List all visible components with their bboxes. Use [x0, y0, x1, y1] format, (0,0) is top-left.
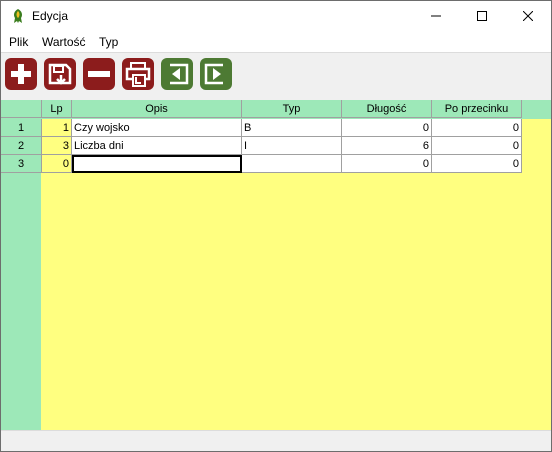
- minus-icon: [88, 71, 110, 77]
- close-button[interactable]: [505, 1, 551, 32]
- row-header[interactable]: 3: [1, 155, 42, 173]
- menu-plik[interactable]: Plik: [9, 35, 28, 49]
- cell-typ[interactable]: I: [242, 137, 342, 155]
- cell-dlugosc[interactable]: 0: [342, 155, 432, 173]
- maximize-icon: [477, 11, 487, 21]
- print-button[interactable]: [122, 58, 154, 90]
- add-button[interactable]: [5, 58, 37, 90]
- corner-cell[interactable]: [1, 100, 42, 118]
- cell-dlugosc[interactable]: 6: [342, 137, 432, 155]
- data-grid[interactable]: Lp Opis Typ Długość Po przecinku 1 1 Czy…: [1, 100, 551, 430]
- back-button[interactable]: [161, 58, 193, 90]
- cell-typ[interactable]: B: [242, 119, 342, 137]
- cell-po-przecinku[interactable]: 0: [432, 119, 522, 137]
- row-header[interactable]: 1: [1, 119, 42, 137]
- delete-button[interactable]: [83, 58, 115, 90]
- save-icon: [48, 63, 72, 85]
- cell-opis-selected[interactable]: [72, 155, 242, 173]
- cell-opis[interactable]: Czy wojsko: [72, 119, 242, 137]
- menu-bar: Plik Wartość Typ: [1, 32, 551, 52]
- column-header-typ[interactable]: Typ: [242, 100, 342, 118]
- menu-typ[interactable]: Typ: [99, 35, 118, 49]
- cell-lp[interactable]: 0: [42, 155, 72, 173]
- row-header[interactable]: 2: [1, 137, 42, 155]
- minimize-icon: [431, 15, 441, 17]
- cell-po-przecinku[interactable]: 0: [432, 155, 522, 173]
- column-header-dlugosc[interactable]: Długość: [342, 100, 432, 118]
- close-icon: [523, 11, 533, 21]
- toolbar: [1, 52, 551, 101]
- cell-dlugosc[interactable]: 0: [342, 119, 432, 137]
- status-bar: [1, 430, 551, 451]
- title-bar[interactable]: Edycja: [1, 1, 551, 32]
- menu-wartosc[interactable]: Wartość: [42, 35, 86, 49]
- app-icon: [14, 9, 22, 23]
- minimize-button[interactable]: [413, 1, 459, 32]
- maximize-button[interactable]: [459, 1, 505, 32]
- column-header-opis[interactable]: Opis: [72, 100, 242, 118]
- window-title: Edycja: [32, 9, 69, 23]
- cell-opis[interactable]: Liczba dni: [72, 137, 242, 155]
- arrow-right-icon: [204, 63, 223, 85]
- cell-lp[interactable]: 3: [42, 137, 72, 155]
- edycja-window: Edycja Plik Wartość Typ Lp Opis Typ Dług…: [0, 0, 552, 452]
- cell-typ[interactable]: [242, 155, 342, 173]
- cell-lp[interactable]: 1: [42, 119, 72, 137]
- arrow-left-icon: [170, 63, 189, 85]
- column-header-lp[interactable]: Lp: [42, 100, 72, 118]
- plus-icon: [11, 64, 31, 84]
- print-icon: [125, 62, 151, 87]
- cell-po-przecinku[interactable]: 0: [432, 137, 522, 155]
- column-header-po-przecinku[interactable]: Po przecinku: [432, 100, 522, 118]
- save-button[interactable]: [44, 58, 76, 90]
- forward-button[interactable]: [200, 58, 232, 90]
